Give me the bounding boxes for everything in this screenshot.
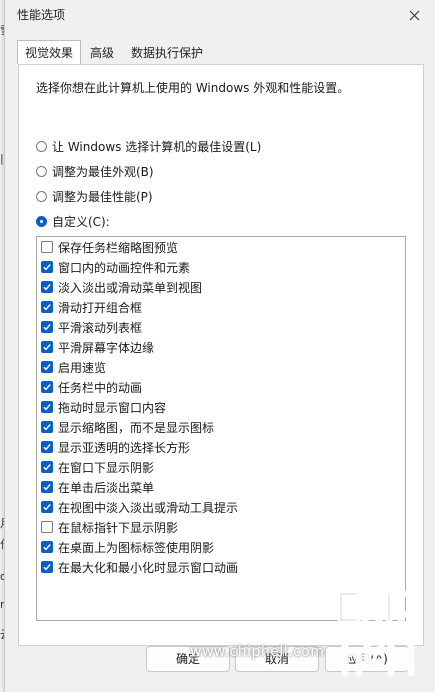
option-label: 在视图中淡入淡出或滑动工具提示 — [58, 500, 239, 515]
option-checkbox-row[interactable]: 启用速览 — [41, 357, 106, 377]
option-label: 任务栏中的动画 — [58, 380, 143, 395]
tab-strip: 视觉效果 高级 数据执行保护 — [17, 40, 212, 64]
radio-button — [36, 166, 47, 177]
tab-advanced[interactable]: 高级 — [82, 42, 122, 64]
radio-button — [36, 191, 47, 202]
apply-button[interactable]: 应用(A) — [325, 646, 409, 672]
checkbox-unchecked — [41, 241, 53, 253]
tab-visual-effects[interactable]: 视觉效果 — [17, 40, 82, 64]
tab-data-execution-prevention[interactable]: 数据执行保护 — [123, 42, 211, 64]
checkbox-checked — [41, 401, 53, 413]
option-label: 平滑滚动列表框 — [58, 320, 143, 335]
dialog-title: 性能选项 — [17, 8, 66, 22]
visual-effects-list[interactable]: 保存任务栏缩略图预览 窗口内的动画控件和元素 淡入淡出或滑动菜单到视图 滑动打开组合框… — [36, 236, 406, 621]
close-button[interactable] — [400, 3, 428, 27]
checkbox-checked — [41, 301, 53, 313]
checkmark-icon — [43, 383, 51, 391]
title-bar[interactable]: 性能选项 — [5, 0, 435, 30]
checkbox-checked — [41, 501, 53, 513]
radio-label: 让 Windows 选择计算机的最佳设置(L) — [52, 140, 262, 154]
checkbox-checked — [41, 481, 53, 493]
visual-effects-panel: 选择你想在此计算机上使用的 Windows 外观和性能设置。 让 Windows… — [18, 64, 424, 646]
checkbox-checked — [41, 561, 53, 573]
cancel-button[interactable]: 取消 — [235, 646, 319, 672]
option-label: 在桌面上为图标标签使用阴影 — [58, 540, 215, 555]
option-label: 在鼠标指针下显示阴影 — [58, 520, 179, 535]
option-label: 在最大化和最小化时显示窗口动画 — [58, 560, 239, 575]
checkmark-icon — [43, 443, 51, 451]
performance-options-dialog: 性能选项 视觉效果 高级 数据执行保护 选择你想在此计算机上使用的 Window… — [4, 0, 435, 692]
option-checkbox-row[interactable]: 淡入淡出或滑动菜单到视图 — [41, 277, 202, 297]
option-label: 启用速览 — [58, 360, 107, 375]
option-label: 显示缩略图，而不是显示图标 — [58, 420, 215, 435]
radio-custom[interactable]: 自定义(C): — [36, 213, 110, 230]
checkbox-checked — [41, 341, 53, 353]
option-label: 显示亚透明的选择长方形 — [58, 440, 191, 455]
option-checkbox-row[interactable]: 显示亚透明的选择长方形 — [41, 437, 190, 457]
option-checkbox-row[interactable]: 在窗口下显示阴影 — [41, 457, 154, 477]
checkbox-checked — [41, 381, 53, 393]
option-checkbox-row[interactable]: 平滑屏幕字体边缘 — [41, 337, 154, 357]
option-label: 平滑屏幕字体边缘 — [58, 340, 155, 355]
radio-button — [36, 141, 47, 152]
checkmark-icon — [43, 263, 51, 271]
option-checkbox-row[interactable]: 在视图中淡入淡出或滑动工具提示 — [41, 497, 238, 517]
checkmark-icon — [43, 303, 51, 311]
checkmark-icon — [43, 283, 51, 291]
radio-label: 自定义(C): — [52, 215, 110, 229]
option-checkbox-row[interactable]: 在鼠标指针下显示阴影 — [41, 517, 178, 537]
checkmark-icon — [43, 543, 51, 551]
option-label: 滑动打开组合框 — [58, 300, 143, 315]
option-checkbox-row[interactable]: 平滑滚动列表框 — [41, 317, 142, 337]
checkmark-icon — [43, 403, 51, 411]
radio-button-selected — [36, 216, 47, 227]
checkmark-icon — [43, 363, 51, 371]
option-checkbox-row[interactable]: 显示缩略图，而不是显示图标 — [41, 417, 214, 437]
close-icon — [409, 10, 419, 20]
checkmark-icon — [43, 343, 51, 351]
checkmark-icon — [43, 323, 51, 331]
option-checkbox-row[interactable]: 滑动打开组合框 — [41, 297, 142, 317]
radio-label: 调整为最佳性能(P) — [52, 190, 153, 204]
checkmark-icon — [43, 483, 51, 491]
option-label: 在单击后淡出菜单 — [58, 480, 155, 495]
radio-best-performance[interactable]: 调整为最佳性能(P) — [36, 188, 153, 205]
option-label: 拖动时显示窗口内容 — [58, 400, 167, 415]
checkbox-checked — [41, 421, 53, 433]
checkmark-icon — [43, 503, 51, 511]
checkbox-checked — [41, 541, 53, 553]
option-checkbox-row[interactable]: 在桌面上为图标标签使用阴影 — [41, 537, 214, 557]
option-label: 保存任务栏缩略图预览 — [58, 240, 179, 255]
radio-label: 调整为最佳外观(B) — [52, 165, 154, 179]
checkbox-checked — [41, 461, 53, 473]
checkmark-icon — [43, 463, 51, 471]
option-checkbox-row[interactable]: 保存任务栏缩略图预览 — [41, 237, 178, 257]
checkbox-checked — [41, 281, 53, 293]
option-label: 窗口内的动画控件和元素 — [58, 260, 191, 275]
checkbox-unchecked — [41, 521, 53, 533]
ok-button[interactable]: 确定 — [146, 646, 230, 672]
checkbox-checked — [41, 321, 53, 333]
option-checkbox-row[interactable]: 在最大化和最小化时显示窗口动画 — [41, 557, 238, 577]
checkbox-checked — [41, 441, 53, 453]
checkbox-checked — [41, 361, 53, 373]
option-label: 在窗口下显示阴影 — [58, 460, 155, 475]
checkmark-icon — [43, 563, 51, 571]
checkmark-icon — [43, 423, 51, 431]
option-checkbox-row[interactable]: 在单击后淡出菜单 — [41, 477, 154, 497]
radio-let-windows-choose[interactable]: 让 Windows 选择计算机的最佳设置(L) — [36, 138, 261, 155]
option-checkbox-row[interactable]: 任务栏中的动画 — [41, 377, 142, 397]
option-label: 淡入淡出或滑动菜单到视图 — [58, 280, 203, 295]
checkbox-checked — [41, 261, 53, 273]
panel-description: 选择你想在此计算机上使用的 Windows 外观和性能设置。 — [36, 81, 350, 95]
radio-best-appearance[interactable]: 调整为最佳外观(B) — [36, 163, 154, 180]
option-checkbox-row[interactable]: 窗口内的动画控件和元素 — [41, 257, 190, 277]
option-checkbox-row[interactable]: 拖动时显示窗口内容 — [41, 397, 166, 417]
